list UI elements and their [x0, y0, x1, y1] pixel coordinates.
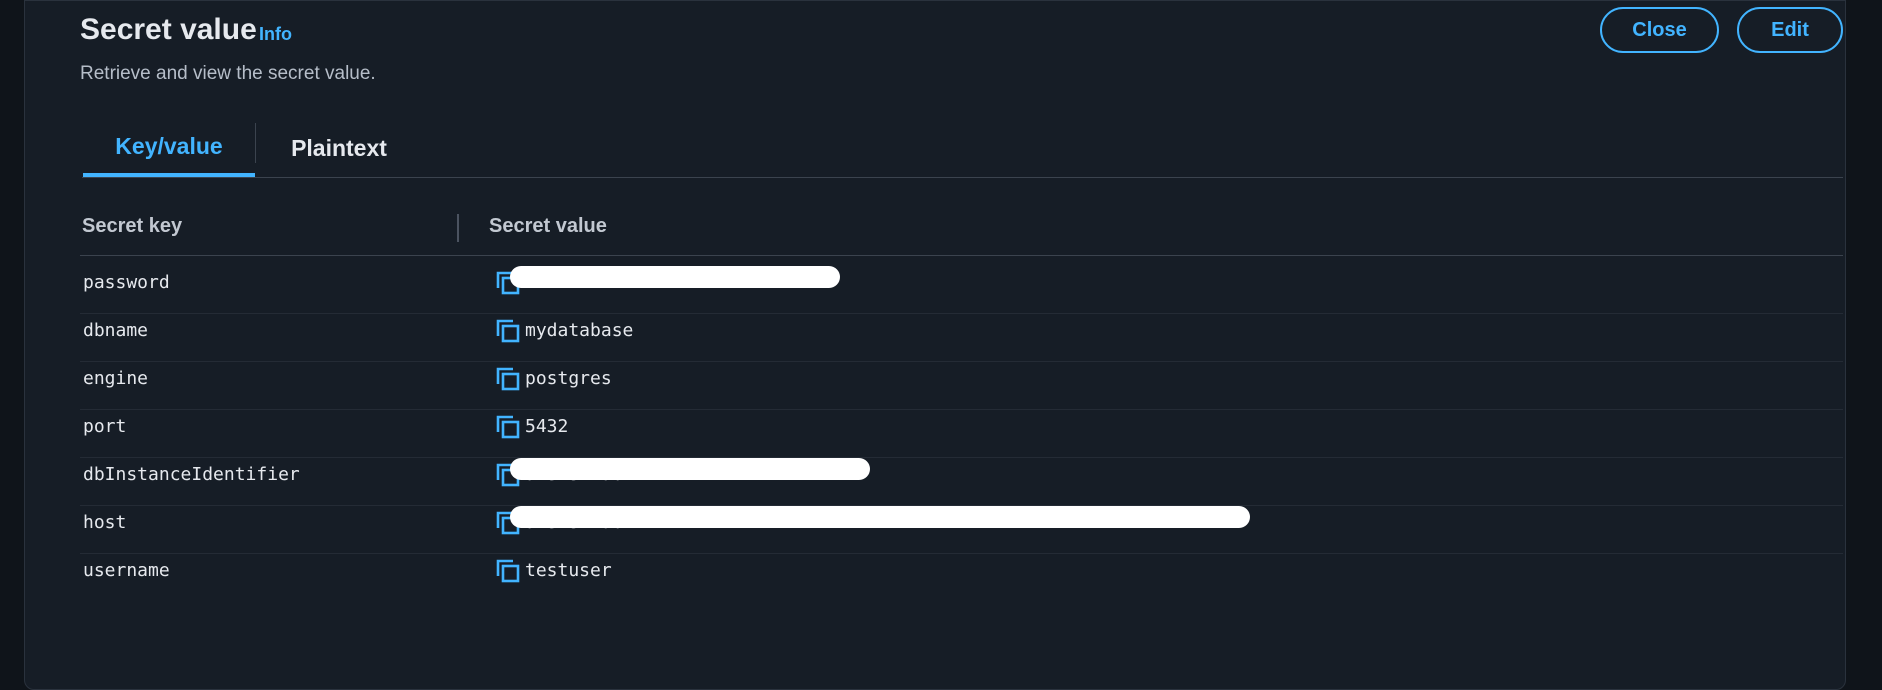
edit-button[interactable]: Edit [1737, 7, 1843, 53]
column-header-secret-key: Secret key [82, 215, 183, 237]
secret-value-cell: postgres [525, 368, 612, 389]
secret-value-cell: 5432 [525, 416, 569, 437]
tab-divider [255, 123, 256, 163]
secret-value-cell: testuser [525, 560, 612, 581]
column-header-secret-value: Secret value [489, 215, 607, 237]
secret-key-cell: engine [83, 368, 149, 389]
secret-key-cell: port [83, 416, 127, 437]
info-link[interactable]: Info [259, 24, 292, 45]
redaction-mark [510, 458, 870, 480]
column-resize-handle[interactable] [457, 214, 459, 242]
close-button[interactable]: Close [1600, 7, 1719, 53]
copy-icon[interactable] [495, 558, 521, 584]
secret-key-cell: username [83, 560, 170, 581]
page-subtitle: Retrieve and view the secret value. [80, 63, 376, 84]
table-row: username testuser [80, 544, 1843, 601]
copy-icon[interactable] [495, 366, 521, 392]
redaction-mark [510, 266, 840, 288]
tab-plaintext[interactable]: Plaintext [280, 119, 398, 177]
table-header: Secret key Secret value [80, 209, 1843, 256]
tab-key-value[interactable]: Key/value [83, 119, 255, 177]
secret-key-cell: password [83, 272, 170, 293]
secret-key-cell: dbname [83, 320, 149, 341]
page-title: Secret value [80, 13, 257, 46]
copy-icon[interactable] [495, 414, 521, 440]
copy-icon[interactable] [495, 318, 521, 344]
redaction-mark [510, 506, 1250, 528]
tab-bar: Key/value Plaintext [82, 119, 1843, 178]
secret-key-cell: dbInstanceIdentifier [83, 464, 300, 485]
secret-key-cell: host [83, 512, 127, 533]
secret-value-panel: Secret value Info Retrieve and view the … [24, 0, 1846, 690]
secret-value-cell: mydatabase [525, 320, 634, 341]
